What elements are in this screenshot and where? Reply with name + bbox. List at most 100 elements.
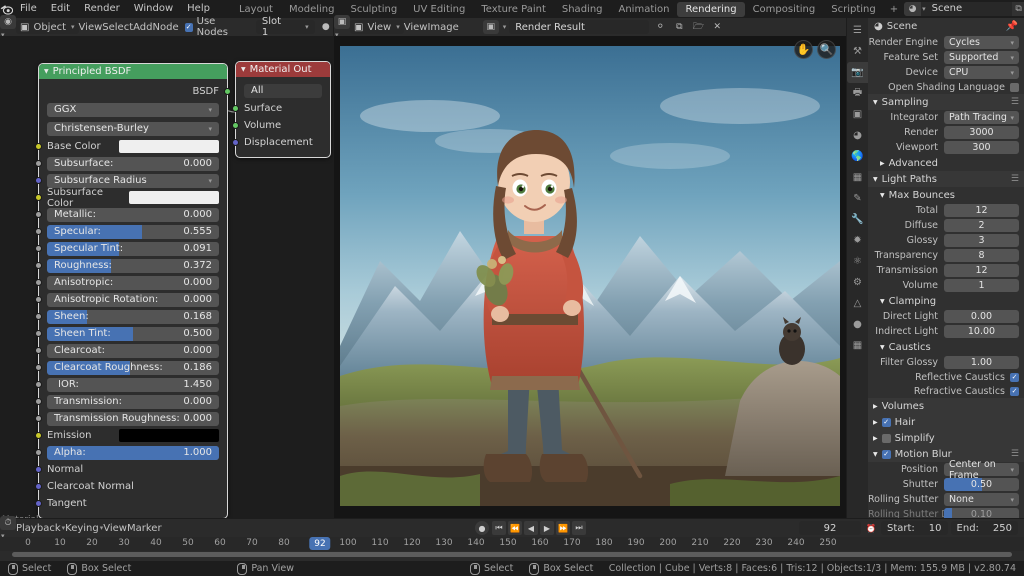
indirect-light-row[interactable]: Indirect Light 10.00	[868, 324, 1024, 339]
bounce-glossy-field[interactable]: 3	[944, 234, 1019, 247]
socket-subsurface-color[interactable]	[35, 194, 42, 201]
node-input-ior[interactable]: IOR: 1.450	[39, 376, 227, 393]
section-sampling[interactable]: ▼ Sampling ☰	[868, 94, 1024, 110]
section-clamping[interactable]: ▼ Clamping	[868, 293, 1024, 309]
node-material-output[interactable]: ▼ Material Out All Surface	[235, 61, 331, 158]
timeline-menu-marker[interactable]: Marker	[127, 523, 162, 534]
playhead[interactable]: 92	[309, 537, 330, 550]
properties-tab-texture[interactable]: ▦	[847, 335, 868, 356]
jump-start-icon[interactable]: ⏮	[492, 521, 506, 535]
collapse-triangle-icon[interactable]: ▼	[880, 298, 885, 305]
node-input-normal[interactable]: Normal	[39, 461, 227, 478]
section-hair[interactable]: ▶ ✓ Hair	[868, 414, 1024, 430]
node-menu-view[interactable]: View	[79, 22, 103, 33]
socket-metallic[interactable]	[35, 211, 42, 218]
node-input-base-color[interactable]: Base Color	[39, 138, 227, 155]
collapse-triangle-icon[interactable]: ▼	[873, 451, 878, 458]
mb-shutter-field[interactable]: 0.50	[944, 478, 1019, 491]
feature-set-row[interactable]: Feature Set Supported ▾	[868, 50, 1024, 65]
checkbox-icon[interactable]: ✓	[882, 450, 891, 459]
timeline-menu-view[interactable]: View	[103, 523, 127, 534]
socket-subsurface-radius[interactable]	[35, 177, 42, 184]
node-distribution-dropdown[interactable]: GGX ▾	[39, 100, 227, 119]
node-menu-select[interactable]: Select	[102, 22, 133, 33]
section-advanced[interactable]: ▶ Advanced	[868, 155, 1024, 171]
bounce-glossy-row[interactable]: Glossy 3	[868, 233, 1024, 248]
workspace-tab-layout[interactable]: Layout	[231, 2, 281, 17]
bounce-transmission-row[interactable]: Transmission 12	[868, 263, 1024, 278]
scene-selector[interactable]: ◕ ▾ Scene ⧉ ✕	[904, 2, 1024, 16]
osl-row[interactable]: Open Shading Language	[868, 80, 1024, 94]
device-dropdown[interactable]: CPU ▾	[944, 66, 1019, 79]
menu-window[interactable]: Window	[127, 0, 180, 18]
expand-triangle-icon[interactable]: ▶	[873, 435, 878, 442]
prev-keyframe-icon[interactable]: ⏪	[508, 521, 522, 535]
color-swatch-subsurface-color[interactable]	[129, 191, 219, 204]
render-samples-field[interactable]: 3000	[944, 126, 1019, 139]
properties-tab-collection[interactable]: ▦	[847, 167, 868, 188]
preset-icon[interactable]: ☰	[1011, 449, 1019, 459]
socket-clearcoat-normal[interactable]	[35, 483, 42, 490]
node-input-displacement[interactable]: Displacement	[236, 134, 330, 151]
section-volumes[interactable]: ▶ Volumes	[868, 398, 1024, 414]
end-frame-field[interactable]: End: 250	[951, 521, 1018, 535]
node-subsurface-method-dropdown[interactable]: Christensen-Burley ▾	[39, 119, 227, 138]
socket-ior[interactable]	[35, 381, 42, 388]
collapse-triangle-icon[interactable]: ▼	[880, 192, 885, 199]
render-samples-row[interactable]: Render 3000	[868, 125, 1024, 140]
direct-light-row[interactable]: Direct Light 0.00	[868, 309, 1024, 324]
bounce-volume-row[interactable]: Volume 1	[868, 278, 1024, 293]
bounce-volume-field[interactable]: 1	[944, 279, 1019, 292]
magnifier-icon[interactable]: 🔍	[817, 40, 836, 59]
node-input-specular-tint[interactable]: Specular Tint: 0.091	[39, 240, 227, 257]
workspace-tab-sculpting[interactable]: Sculpting	[342, 2, 405, 17]
stopwatch-icon[interactable]: ⏰	[864, 521, 878, 535]
workspace-tab-shading[interactable]: Shading	[554, 2, 611, 17]
mb-rolling-duration-row[interactable]: Rolling Shutter Dur.: 0.10	[868, 507, 1024, 518]
node-input-roughness[interactable]: Roughness: 0.372	[39, 257, 227, 274]
node-input-specular[interactable]: Specular: 0.555	[39, 223, 227, 240]
node-input-sheen[interactable]: Sheen: 0.168	[39, 308, 227, 325]
mb-shutter-row[interactable]: Shutter 0.50	[868, 477, 1024, 492]
node-input-alpha[interactable]: Alpha: 1.000	[39, 444, 227, 461]
node-input-anisotropic[interactable]: Anisotropic: 0.000	[39, 274, 227, 291]
node-input-subsurface-color[interactable]: Subsurface Color	[39, 189, 227, 206]
preset-icon[interactable]: ☰	[1011, 97, 1019, 107]
start-frame-field[interactable]: Start: 10	[881, 521, 948, 535]
properties-tab-view-layer[interactable]: ▣	[847, 104, 868, 125]
image-view-mode-selector[interactable]: ▣ View ▾	[350, 20, 404, 34]
properties-tab-object[interactable]: ✎	[847, 188, 868, 209]
node-target-dropdown[interactable]: All	[236, 81, 330, 100]
socket-tangent[interactable]	[35, 500, 42, 507]
pin-icon[interactable]: 📌	[1006, 21, 1018, 32]
checkbox-icon[interactable]: ✓	[882, 418, 891, 427]
node-principled-bsdf[interactable]: ▼ Principled BSDF BSDF GGX ▾	[38, 63, 228, 518]
indirect-light-field[interactable]: 10.00	[944, 325, 1019, 338]
node-input-metallic[interactable]: Metallic: 0.000	[39, 206, 227, 223]
socket-clearcoat-roughness[interactable]	[35, 364, 42, 371]
node-input-clearcoat-roughness[interactable]: Clearcoat Roughness: 0.186	[39, 359, 227, 376]
section-simplify[interactable]: ▶ Simplify	[868, 430, 1024, 446]
checkbox-icon[interactable]: ✓	[1010, 373, 1019, 382]
hand-icon[interactable]: ✋	[794, 40, 813, 59]
timeline-menu-keying[interactable]: Keying	[65, 523, 99, 534]
socket-base-color[interactable]	[35, 143, 42, 150]
socket-emission[interactable]	[35, 432, 42, 439]
duplicate-icon[interactable]: ⧉	[671, 20, 687, 34]
bounce-total-row[interactable]: Total 12	[868, 203, 1024, 218]
node-input-tangent[interactable]: Tangent	[39, 495, 227, 512]
properties-tab-modifier[interactable]: 🔧	[847, 209, 868, 230]
next-keyframe-icon[interactable]: ⏩	[556, 521, 570, 535]
node-input-subsurface[interactable]: Subsurface: 0.000	[39, 155, 227, 172]
direct-light-field[interactable]: 0.00	[944, 310, 1019, 323]
properties-tab-data[interactable]: △	[847, 293, 868, 314]
bounce-diffuse-field[interactable]: 2	[944, 219, 1019, 232]
node-input-anisotropic-rotation[interactable]: Anisotropic Rotation: 0.000	[39, 291, 227, 308]
bounce-transparency-row[interactable]: Transparency 8	[868, 248, 1024, 263]
render-engine-row[interactable]: Render Engine Cycles ▾	[868, 35, 1024, 50]
folder-icon[interactable]: 🗁	[690, 20, 706, 34]
bounce-diffuse-row[interactable]: Diffuse 2	[868, 218, 1024, 233]
viewport-samples-field[interactable]: 300	[944, 141, 1019, 154]
socket-volume[interactable]	[232, 122, 239, 129]
timeline-ruler[interactable]: 0 10 20 30 40 50 60 70 80 92 100 110 120…	[0, 537, 1024, 551]
